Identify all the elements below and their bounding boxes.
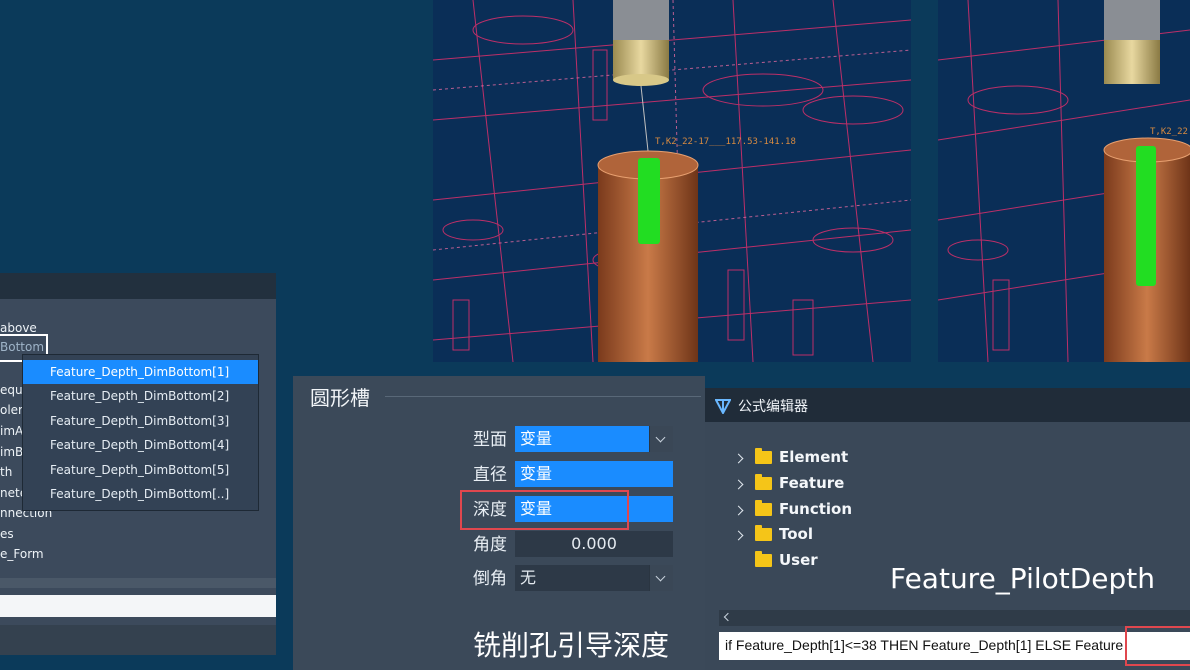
- tree-label: Function: [779, 500, 853, 518]
- cad-viewport-main[interactable]: T,K2_22-17___117.53-141.18: [433, 0, 911, 362]
- viewport-annotation: T,K2_22: [1150, 127, 1188, 137]
- chevron-right-icon[interactable]: [733, 479, 744, 490]
- formula-editor-window: 公式编辑器 Element Feature Function Tool User…: [705, 388, 1190, 670]
- property-label: imA: [0, 424, 24, 438]
- formula-input[interactable]: if Feature_Depth[1]<=38 THEN Feature_Dep…: [719, 632, 1190, 660]
- panel-footer: [0, 625, 276, 655]
- folder-icon: [755, 474, 772, 490]
- group-divider: [385, 396, 701, 397]
- dropdown-option[interactable]: Feature_Depth_DimBottom[3]: [23, 409, 258, 433]
- panel-titlebar: [0, 273, 276, 299]
- depth-highlight-box: [460, 490, 629, 530]
- wireframe-scene: T,K2_22: [938, 0, 1190, 362]
- angle-label: 角度: [473, 535, 507, 555]
- dropdown-option[interactable]: Feature_Depth_DimBottom[2]: [23, 384, 258, 408]
- folder-icon: [755, 525, 772, 541]
- chevron-down-icon: [655, 571, 666, 582]
- profile-select[interactable]: 变量: [515, 426, 649, 452]
- property-input[interactable]: [0, 595, 276, 617]
- chamfer-label: 倒角: [473, 569, 507, 589]
- property-label: th: [0, 465, 13, 479]
- cad-viewport-secondary[interactable]: T,K2_22: [938, 0, 1190, 362]
- chevron-right-icon[interactable]: [733, 530, 744, 541]
- diameter-label: 直径: [473, 465, 507, 485]
- video-caption: 铣削孔引导深度: [473, 629, 670, 662]
- chevron-right-icon[interactable]: [733, 453, 744, 464]
- horizontal-scrollbar[interactable]: [719, 610, 1190, 626]
- tree-label: Element: [779, 448, 849, 466]
- property-label: es: [0, 527, 14, 541]
- dropdown-option[interactable]: Feature_Depth_DimBottom[4]: [23, 433, 258, 457]
- chevron-right-icon[interactable]: [733, 505, 744, 516]
- diameter-field[interactable]: 变量: [515, 461, 673, 487]
- formula-text: if Feature_Depth[1]<=38 THEN Feature_Dep…: [725, 637, 1124, 653]
- variable-name-caption: Feature_PilotDepth: [890, 562, 1156, 595]
- dropdown-option[interactable]: Feature_Depth_DimBottom[1]: [23, 360, 258, 384]
- panel-divider: [0, 578, 276, 588]
- folder-icon: [755, 551, 772, 567]
- circular-pocket-panel: 圆形槽 型面 变量 直径 变量 深度 变量 角度 0.000 倒角 无 铣削孔引…: [293, 376, 705, 670]
- editor-title: 公式编辑器: [738, 399, 808, 415]
- folder-icon: [755, 448, 772, 464]
- editor-titlebar: 公式编辑器: [705, 388, 1190, 422]
- tree-label: User: [779, 551, 818, 569]
- dropdown-option[interactable]: Feature_Depth_DimBottom[5]: [23, 458, 258, 482]
- tree-label: Tool: [779, 525, 813, 543]
- property-label: above: [0, 321, 37, 335]
- wireframe-scene: T,K2_22-17___117.53-141.18: [433, 0, 911, 362]
- group-title: 圆形槽: [310, 386, 370, 410]
- chevron-down-icon: [655, 432, 666, 443]
- depth-dropdown-list[interactable]: Feature_Depth_DimBottom[1] Feature_Depth…: [22, 354, 259, 511]
- dropdown-option[interactable]: Feature_Depth_DimBottom[..]: [23, 482, 258, 506]
- profile-label: 型面: [473, 430, 507, 450]
- viewport-annotation: T,K2_22-17___117.53-141.18: [655, 137, 796, 147]
- property-label: e_Form: [0, 547, 44, 561]
- angle-field[interactable]: 0.000: [515, 531, 673, 557]
- profile-dropdown-button[interactable]: [649, 426, 673, 452]
- property-label: imB: [0, 445, 24, 459]
- app-logo-icon: [715, 399, 731, 414]
- formula-highlight-box: [1125, 626, 1190, 666]
- chamfer-dropdown-button[interactable]: [649, 565, 673, 591]
- scroll-left-icon[interactable]: [723, 612, 733, 622]
- tree-label: Feature: [779, 474, 845, 492]
- chamfer-select[interactable]: 无: [515, 565, 649, 591]
- folder-icon: [755, 500, 772, 516]
